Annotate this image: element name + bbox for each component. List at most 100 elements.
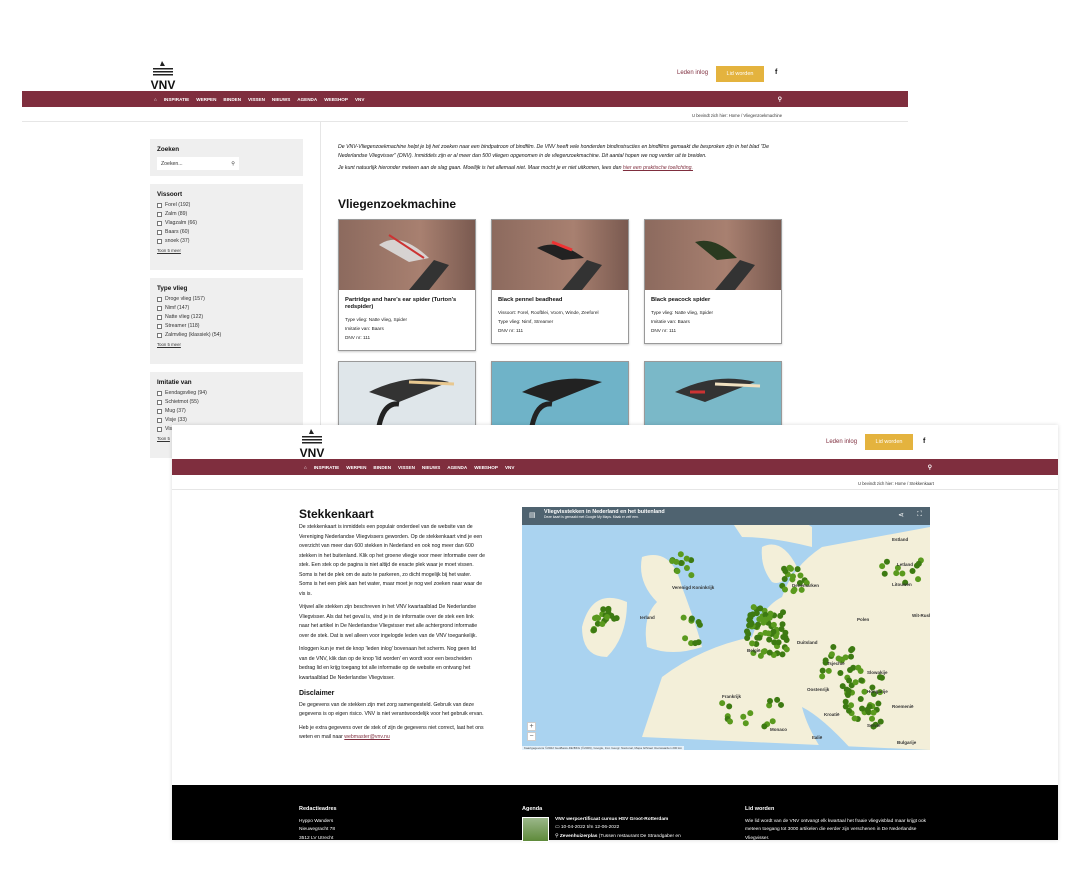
fishing-spot-marker[interactable] (780, 609, 787, 616)
fishing-spot-marker[interactable] (677, 551, 684, 558)
fishing-spot-marker[interactable] (762, 616, 769, 623)
lid-worden-button[interactable]: Lid worden (865, 434, 913, 450)
fishing-spot-marker[interactable] (915, 560, 922, 567)
fishing-spot-marker[interactable] (604, 614, 611, 621)
fishing-spot-marker[interactable] (881, 570, 888, 577)
vnv-logo[interactable]: VNV (150, 60, 176, 92)
fishing-spot-marker[interactable] (755, 621, 762, 628)
fishing-spot-marker[interactable] (695, 619, 702, 626)
fishing-spot-marker[interactable] (682, 635, 689, 642)
fishing-spot-marker[interactable] (779, 621, 786, 628)
fishing-spot-marker[interactable] (855, 664, 862, 671)
nav-vnv[interactable]: VNV (505, 465, 514, 470)
nav-werpen[interactable]: WERPEN (346, 465, 366, 470)
filter-option[interactable]: snoek (37) (157, 238, 296, 244)
fishing-spot-marker[interactable] (783, 646, 790, 653)
fishing-spot-marker[interactable] (893, 570, 900, 577)
fishing-spot-marker[interactable] (883, 558, 890, 565)
filter-option[interactable]: Mug (37) (157, 408, 296, 414)
fishing-spot-marker[interactable] (869, 715, 876, 722)
fishing-spot-marker[interactable] (757, 652, 764, 659)
map-canvas[interactable] (522, 507, 930, 750)
event-thumbnail[interactable] (522, 817, 549, 842)
fishing-spot-marker[interactable] (761, 723, 768, 730)
fly-card[interactable]: Partridge and hare's ear spider (Turton'… (338, 219, 476, 351)
nav-vissen[interactable]: VISSEN (248, 97, 265, 102)
fishing-spot-marker[interactable] (782, 586, 789, 593)
fishing-spot-marker[interactable] (848, 702, 855, 709)
nav-webshop[interactable]: WEBSHOP (474, 465, 498, 470)
fishing-spot-marker[interactable] (719, 700, 726, 707)
checkbox[interactable] (157, 220, 162, 226)
fishing-spot-marker[interactable] (830, 644, 837, 651)
fishing-spot-marker[interactable] (726, 703, 733, 710)
filter-option[interactable]: Natte vlieg (122) (157, 314, 296, 320)
fishing-spot-marker[interactable] (794, 566, 801, 573)
fishing-spot-marker[interactable] (778, 701, 785, 708)
fishing-spot-marker[interactable] (727, 718, 734, 725)
fishing-spot-marker[interactable] (909, 568, 916, 575)
facebook-icon[interactable]: f (923, 438, 925, 445)
nav-inspiratie[interactable]: INSPIRATIE (164, 97, 189, 102)
fishing-spot-marker[interactable] (744, 628, 751, 635)
fishing-spot-marker[interactable] (740, 713, 747, 720)
share-icon[interactable]: ⋖ (898, 511, 904, 519)
fishing-spot-marker[interactable] (742, 720, 749, 727)
webmaster-email-link[interactable]: webmaster@vnv.nu (344, 734, 390, 740)
checkbox[interactable] (157, 296, 162, 302)
filter-option[interactable]: Zalm (89) (157, 211, 296, 217)
google-my-map[interactable]: ▤ Vliegvisstekken in Nederland en het bu… (522, 507, 930, 750)
checkbox[interactable] (157, 314, 162, 320)
fishing-spot-marker[interactable] (688, 615, 695, 622)
fishing-spot-marker[interactable] (842, 703, 849, 710)
checkbox[interactable] (157, 238, 162, 244)
zoom-out-button[interactable]: − (527, 732, 536, 741)
fly-card[interactable]: Black peacock spider Type vlieg: Natte v… (644, 219, 782, 344)
facebook-icon[interactable]: f (775, 69, 777, 76)
nav-binden[interactable]: BINDEN (223, 97, 241, 102)
fishing-spot-marker[interactable] (842, 654, 849, 661)
nav-nieuws[interactable]: NIEUWS (272, 97, 290, 102)
fishing-spot-marker[interactable] (766, 636, 773, 643)
fishing-spot-marker[interactable] (915, 576, 922, 583)
fishing-spot-marker[interactable] (744, 634, 751, 641)
fishing-spot-marker[interactable] (797, 572, 804, 579)
filter-option[interactable]: Forel (192) (157, 202, 296, 208)
fishing-spot-marker[interactable] (852, 679, 859, 686)
nav-agenda[interactable]: AGENDA (297, 97, 317, 102)
fishing-spot-marker[interactable] (779, 651, 786, 658)
search-icon[interactable]: ⚲ (928, 464, 932, 471)
filter-option[interactable]: Visje (33) (157, 417, 296, 423)
fishing-spot-marker[interactable] (762, 629, 769, 636)
map-legend-icon[interactable]: ▤ (529, 511, 536, 519)
checkbox[interactable] (157, 305, 162, 311)
fly-card[interactable]: Black pennel beadhead Vissoort: Forel, R… (491, 219, 629, 344)
fishing-spot-marker[interactable] (593, 614, 600, 621)
home-icon[interactable]: ⌂ (304, 465, 307, 470)
fishing-spot-marker[interactable] (747, 710, 754, 717)
fishing-spot-marker[interactable] (770, 628, 777, 635)
fly-card[interactable] (644, 361, 782, 431)
fishing-spot-marker[interactable] (849, 646, 856, 653)
fishing-spot-marker[interactable] (859, 705, 866, 712)
checkbox[interactable] (157, 408, 162, 414)
fishing-spot-marker[interactable] (688, 572, 695, 579)
fishing-spot-marker[interactable] (766, 698, 773, 705)
nav-inspiratie[interactable]: INSPIRATIE (314, 465, 339, 470)
fishing-spot-marker[interactable] (695, 639, 702, 646)
checkbox[interactable] (157, 426, 162, 432)
checkbox[interactable] (157, 202, 162, 208)
filter-option[interactable]: Droge vlieg (157) (157, 296, 296, 302)
nav-binden[interactable]: BINDEN (373, 465, 391, 470)
fly-card[interactable] (338, 361, 476, 431)
fishing-spot-marker[interactable] (754, 634, 761, 641)
fishing-spot-marker[interactable] (847, 666, 854, 673)
fishing-spot-marker[interactable] (750, 604, 757, 611)
fishing-spot-marker[interactable] (828, 651, 835, 658)
fishing-spot-marker[interactable] (766, 649, 773, 656)
filter-option[interactable]: Nimf (147) (157, 305, 296, 311)
home-icon[interactable]: ⌂ (154, 97, 157, 102)
checkbox[interactable] (157, 332, 162, 338)
show-more-link[interactable]: Toon 5 meer (157, 342, 296, 347)
checkbox[interactable] (157, 417, 162, 423)
